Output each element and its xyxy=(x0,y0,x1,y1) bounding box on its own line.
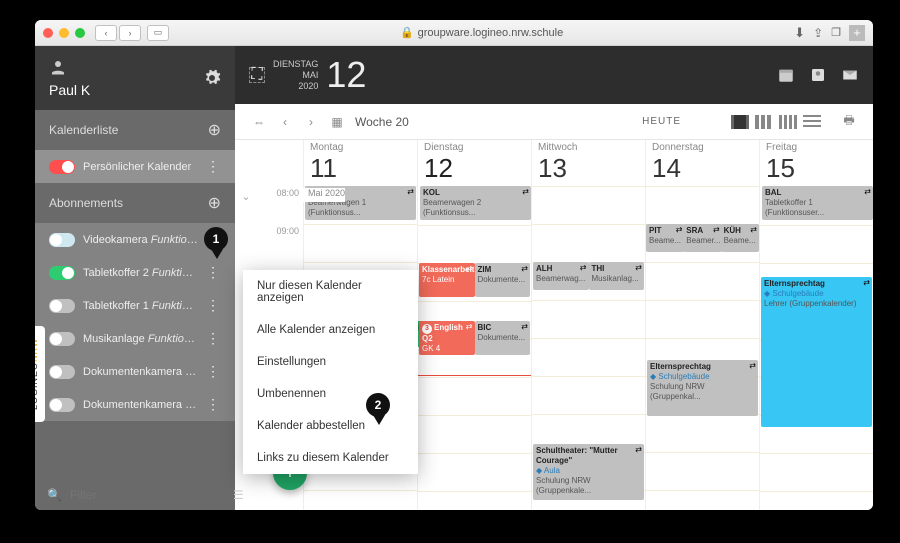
add-sub-icon[interactable]: ⊕ xyxy=(208,193,221,213)
toggle[interactable] xyxy=(49,398,75,412)
url-bar[interactable]: 🔒 groupware.logineo.nrw.schule xyxy=(169,26,794,39)
download-icon[interactable]: ⬇ xyxy=(794,25,805,41)
next-week[interactable]: › xyxy=(303,114,319,130)
view-3day[interactable] xyxy=(755,115,773,129)
window-minimize[interactable] xyxy=(59,28,69,38)
sidebar-item-musikanlage[interactable]: Musikanlage Funktions... ⋮ xyxy=(35,322,235,355)
today-button[interactable]: HEUTE xyxy=(642,116,681,127)
toggle[interactable] xyxy=(49,365,75,379)
toggle-personal[interactable] xyxy=(49,160,75,174)
datepicker-icon[interactable]: ▦ xyxy=(329,114,345,130)
add-calendar-icon[interactable]: ⊕ xyxy=(208,120,221,140)
event[interactable]: ⇄KÜHBeame... xyxy=(721,224,759,252)
context-menu: Nur diesen Kalender anzeigenAlle Kalende… xyxy=(243,270,418,474)
event[interactable]: ⇄BICDokumente... xyxy=(475,321,531,355)
toggle[interactable] xyxy=(49,332,75,346)
sidebar-item-dokukam2[interactable]: Dokumentenkamera 2 ... ⋮ xyxy=(35,355,235,388)
section-kalenderliste: Kalenderliste ⊕ xyxy=(35,110,235,150)
user-name: Paul K xyxy=(49,82,90,98)
event[interactable]: ⇄ZIMDokumente... xyxy=(475,263,531,297)
user-icon xyxy=(49,58,67,76)
filter-bar[interactable]: 🔍 ☰ xyxy=(35,480,235,510)
menu-icon[interactable]: ⋮ xyxy=(206,297,221,314)
event[interactable]: ⇄Klassenarbeit7c Latein xyxy=(419,263,475,297)
context-item[interactable]: Nur diesen Kalender anzeigen xyxy=(243,270,418,314)
nav-back[interactable]: ‹ xyxy=(95,25,117,41)
view-buttons xyxy=(731,115,821,129)
window-close[interactable] xyxy=(43,28,53,38)
day-column: Donnerstag14⇄PITBeame...⇄SRABeamer...⇄KÜ… xyxy=(645,140,759,510)
event[interactable]: ⇄SRABeamer... xyxy=(683,224,721,252)
event[interactable]: ⇄3English Q2GK 4◆ Gymnasium xyxy=(419,321,475,355)
event[interactable]: ⇄KOLBeamerwagen 2 (Funktionsus... xyxy=(420,186,531,220)
day-column: Mittwoch13⇄ALHBeamerwag...⇄THIMusikanlag… xyxy=(531,140,645,510)
sidebar: LOGINEONRW Paul K Kalenderliste ⊕ Persön… xyxy=(35,46,235,510)
menu-icon[interactable]: ⋮ xyxy=(206,396,221,413)
annotation-pin-1: 1 xyxy=(204,227,230,261)
fullscreen-icon[interactable]: ⛶ xyxy=(249,67,265,83)
nav-forward[interactable]: › xyxy=(119,25,141,41)
view-list[interactable] xyxy=(803,115,821,129)
context-item[interactable]: Alle Kalender anzeigen xyxy=(243,314,418,346)
section-abonnements: Abonnements ⊕ xyxy=(35,183,235,223)
event[interactable]: ⇄THIMusikanlag... xyxy=(589,262,645,290)
collapse-allday[interactable]: ⌄ xyxy=(241,191,250,203)
event[interactable]: ⇄ALHBeamerwag... xyxy=(533,262,589,290)
view-week[interactable] xyxy=(779,115,797,129)
event[interactable]: ⇄BALTabletkoffer 1 (Funktionsuser... xyxy=(762,186,873,220)
event[interactable]: ⇄Schultheater: "Mutter Courage"◆ AulaSch… xyxy=(533,444,644,500)
context-item[interactable]: Links zu diesem Kalender xyxy=(243,442,418,474)
contacts-icon[interactable] xyxy=(809,66,827,84)
day-column: Dienstag12⇄KOLBeamerwagen 2 (Funktionsus… xyxy=(417,140,531,510)
sidebar-item-personal[interactable]: Persönlicher Kalender ⋮ xyxy=(35,150,235,183)
header-day: 12 xyxy=(326,54,366,96)
menu-icon[interactable]: ⋮ xyxy=(206,363,221,380)
context-item[interactable]: Einstellungen xyxy=(243,346,418,378)
toggle[interactable] xyxy=(49,233,75,247)
mail-icon[interactable] xyxy=(841,66,859,84)
filter-input[interactable] xyxy=(70,488,225,502)
menu-icon[interactable]: ⋮ xyxy=(206,158,221,175)
lock-icon: 🔒 xyxy=(400,26,414,39)
logineo-tab[interactable]: LOGINEONRW xyxy=(35,326,45,422)
sidebar-toggle-icon[interactable]: ▭ xyxy=(147,25,169,41)
window-zoom[interactable] xyxy=(75,28,85,38)
toggle[interactable] xyxy=(49,299,75,313)
calendar-icon[interactable] xyxy=(777,66,795,84)
event[interactable]: ⇄Elternsprechtag◆ SchulgebäudeSchulung N… xyxy=(647,360,758,416)
tabs-icon[interactable]: ❐ xyxy=(831,26,841,39)
main-header: ⛶ DIENSTAG MAI 2020 12 xyxy=(235,46,873,104)
gear-icon[interactable] xyxy=(203,69,221,87)
sidebar-item-dokukam1[interactable]: Dokumentenkamera 1 F... ⋮ xyxy=(35,388,235,421)
search-icon: 🔍 xyxy=(47,488,62,502)
week-label: Woche 20 xyxy=(355,115,409,129)
sidebar-item-tabletkoffer1[interactable]: Tabletkoffer 1 Funktion... ⋮ xyxy=(35,289,235,322)
toggle[interactable] xyxy=(49,266,75,280)
prev-week[interactable]: ‹ xyxy=(277,114,293,130)
annotation-pin-2: 2 xyxy=(366,393,392,427)
month-band: Mai 2020 xyxy=(303,188,345,202)
day-column: Freitag15⇄BALTabletkoffer 1 (Funktionsus… xyxy=(759,140,873,510)
menu-icon[interactable]: ⋮ xyxy=(206,330,221,347)
view-day[interactable] xyxy=(731,115,749,129)
newtab-icon[interactable]: + xyxy=(849,25,865,41)
menu-icon[interactable]: ⋮ xyxy=(206,264,221,281)
event[interactable]: ⇄PITBeame... xyxy=(646,224,684,252)
cal-toolbar: ⇔ ‹ › ▦ Woche 20 HEUTE 🖶 xyxy=(235,104,873,140)
browser-titlebar: ‹ › ▭ 🔒 groupware.logineo.nrw.schule ⬇ ⇪… xyxy=(35,20,873,46)
share-icon[interactable]: ⇪ xyxy=(813,26,823,40)
fit-icon[interactable]: ⇔ xyxy=(251,114,267,130)
event[interactable]: ⇄Elternsprechtag◆ SchulgebäudeLehrer (Gr… xyxy=(761,277,872,427)
print-icon[interactable]: 🖶 xyxy=(841,114,857,130)
